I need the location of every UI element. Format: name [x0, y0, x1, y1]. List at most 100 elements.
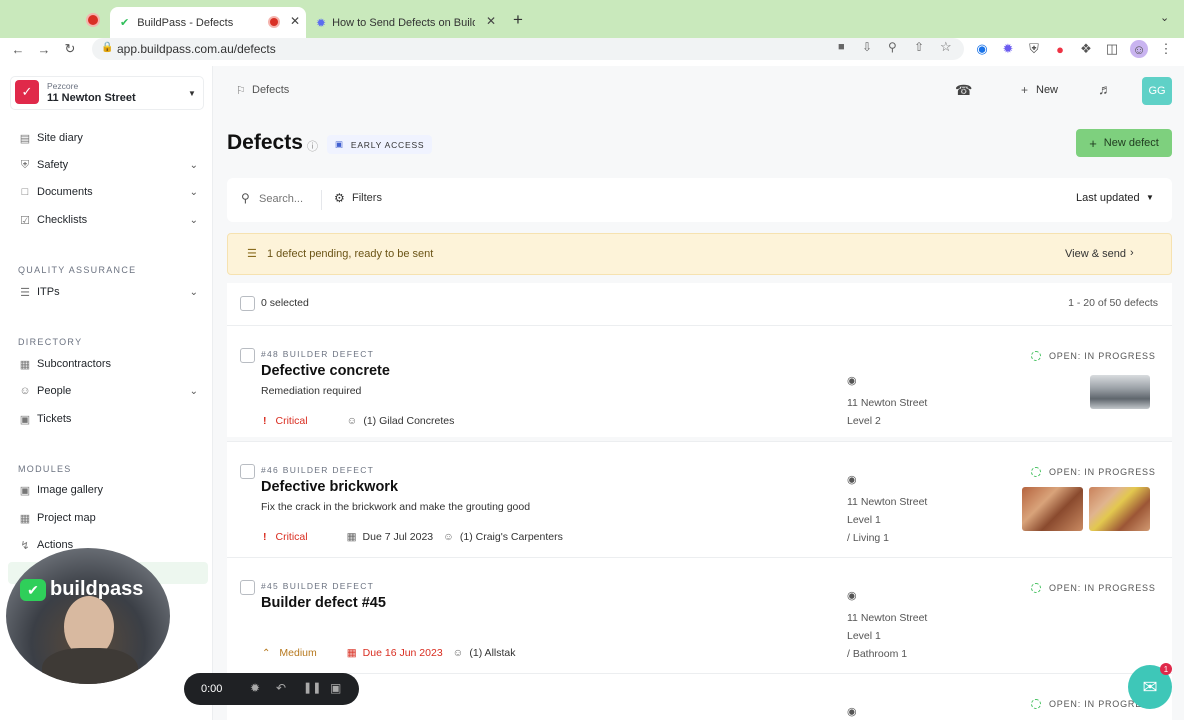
- defect-card[interactable]: #45 BUILDER DEFECT Builder defect #45 ⌃ …: [227, 557, 1172, 673]
- breadcrumb[interactable]: Defects: [252, 84, 289, 96]
- sort-dropdown[interactable]: Last updated: [1076, 192, 1140, 204]
- bookmark-star-icon[interactable]: ☆: [940, 39, 952, 55]
- sidebar-item-tickets[interactable]: ▣ Tickets: [18, 408, 198, 430]
- sidebar-item-subcontractors[interactable]: ▦ Subcontractors: [18, 353, 198, 375]
- defect-kicker: #45 BUILDER DEFECT: [261, 581, 375, 591]
- view-send-button[interactable]: View & send: [1065, 248, 1126, 260]
- back-icon[interactable]: ←: [9, 40, 27, 58]
- defect-card[interactable]: ◉ OPEN: IN PROGRESS: [227, 673, 1172, 720]
- selected-count: 0 selected: [261, 297, 309, 309]
- tab-title: BuildPass - Defects: [137, 16, 234, 29]
- puzzle-icon[interactable]: ❖: [1077, 40, 1095, 58]
- sidebar-item-label: Safety: [37, 159, 69, 171]
- info-icon[interactable]: ⓘ: [307, 138, 318, 154]
- chevron-down-icon[interactable]: ⌄: [1160, 11, 1169, 24]
- close-tab-icon[interactable]: ✕: [290, 14, 300, 28]
- assignee-label: (1) Gilad Concretes: [363, 415, 455, 427]
- plus-icon: +: [1021, 83, 1029, 97]
- avatar[interactable]: GG: [1142, 77, 1172, 105]
- sidebar-item-people[interactable]: ☺ People ⌄: [18, 380, 198, 402]
- location-line: 11 Newton Street: [847, 612, 928, 624]
- layers-icon: ☰: [247, 248, 257, 260]
- calendar-icon: ▦: [346, 531, 357, 543]
- new-button[interactable]: New: [1036, 84, 1058, 96]
- chevron-down-icon: ⌄: [189, 286, 198, 298]
- location-line: Level 1: [847, 630, 881, 642]
- select-all-checkbox[interactable]: [240, 296, 255, 311]
- sidebar-item-project-map[interactable]: ▦ Project map: [18, 507, 198, 529]
- search-input[interactable]: [259, 190, 317, 208]
- undo-icon[interactable]: ↶: [276, 681, 286, 695]
- assignee-icon: ☺: [346, 415, 358, 427]
- priority-label: Critical: [275, 531, 308, 543]
- zoom-icon[interactable]: ⚲: [888, 40, 897, 54]
- buildpass-favicon-icon: ✔: [120, 17, 130, 29]
- share-icon[interactable]: ⇧: [914, 40, 924, 54]
- row-checkbox[interactable]: [240, 580, 255, 595]
- sidebar-item-documents[interactable]: □ Documents ⌄: [18, 181, 198, 203]
- new-tab-icon[interactable]: +: [513, 10, 523, 30]
- defect-title[interactable]: Builder defect #45: [261, 595, 386, 611]
- sidebar-item-checklists[interactable]: ☑ Checklists ⌄: [18, 209, 198, 231]
- sidebar-item-safety[interactable]: ⛨ Safety ⌄: [18, 154, 198, 176]
- trash-icon[interactable]: ▣: [330, 681, 341, 695]
- defect-title[interactable]: Defective concrete: [261, 363, 390, 379]
- extension-icon[interactable]: ✹: [999, 40, 1017, 58]
- extension-icon[interactable]: ●: [1051, 40, 1069, 58]
- sidebar-item-itps[interactable]: ☰ ITPs ⌄: [18, 281, 198, 303]
- sidebar-item-image-gallery[interactable]: ▣ Image gallery: [18, 479, 198, 501]
- extension-shield-icon[interactable]: ⛨: [1025, 40, 1043, 58]
- due-date: Due 7 Jul 2023: [362, 531, 434, 543]
- defect-photo[interactable]: [1090, 375, 1150, 409]
- bell-icon[interactable]: ♬: [1098, 81, 1112, 97]
- address-bar[interactable]: 🔒 app.buildpass.com.au/defects ■ ⇩ ⚲ ⇧ ☆: [92, 38, 964, 60]
- location-line: Level 2: [847, 415, 881, 427]
- sidepanel-icon[interactable]: ◫: [1103, 40, 1121, 58]
- defect-photo[interactable]: [1089, 487, 1150, 531]
- location-pin-icon: ◉: [847, 706, 857, 718]
- org-name: Pezcore: [47, 81, 79, 91]
- forward-icon[interactable]: →: [35, 40, 53, 58]
- chevron-down-icon: ⌄: [189, 214, 198, 226]
- defect-kicker: #48 BUILDER DEFECT: [261, 349, 375, 359]
- sidebar-item-label: Image gallery: [37, 484, 104, 496]
- extension-icon[interactable]: ◉: [973, 40, 991, 58]
- priority-label: Critical: [275, 415, 308, 427]
- book-icon: ▤: [19, 132, 31, 145]
- close-tab-icon[interactable]: ✕: [486, 14, 496, 28]
- ticket-icon: ▣: [19, 413, 31, 426]
- new-defect-button[interactable]: + New defect: [1076, 129, 1172, 157]
- project-switcher[interactable]: Pezcore 11 Newton Street ▼: [10, 76, 204, 110]
- button-label: New defect: [1103, 137, 1159, 149]
- defect-card[interactable]: #48 BUILDER DEFECT Defective concrete Re…: [227, 325, 1172, 437]
- calendar-icon: ▦: [346, 647, 357, 659]
- assignee-icon: ☺: [452, 647, 464, 659]
- caret-down-icon: ▼: [1146, 193, 1154, 202]
- defect-title[interactable]: Defective brickwork: [261, 479, 398, 495]
- profile-avatar-icon[interactable]: ☺: [1130, 40, 1148, 58]
- pause-icon[interactable]: ❚❚: [303, 681, 321, 694]
- selection-bar: 0 selected 1 - 20 of 50 defects: [227, 283, 1172, 325]
- defect-photo[interactable]: [1022, 487, 1083, 531]
- sidebar-item-label: Site diary: [37, 132, 83, 144]
- status-icon: [1031, 467, 1041, 477]
- priority-icon: !: [263, 531, 267, 543]
- menu-icon[interactable]: ⋮: [1157, 40, 1175, 58]
- status-badge: OPEN: IN PROGRESS: [1031, 583, 1156, 593]
- install-icon[interactable]: ⇩: [862, 40, 872, 54]
- location-pin-icon: ◉: [847, 474, 857, 486]
- camera-icon[interactable]: ■: [838, 41, 845, 53]
- defect-card[interactable]: #46 BUILDER DEFECT Defective brickwork F…: [227, 441, 1172, 557]
- grid-icon[interactable]: ✹: [250, 681, 260, 695]
- folder-icon: □: [21, 186, 29, 198]
- reload-icon[interactable]: ↻: [61, 40, 79, 58]
- help-icon[interactable]: ☎: [955, 82, 972, 99]
- row-checkbox[interactable]: [240, 348, 255, 363]
- row-checkbox[interactable]: [240, 464, 255, 479]
- chevron-up-icon: ⌃: [262, 647, 271, 659]
- browser-tab-active[interactable]: ✔ BuildPass - Defects ✕: [110, 7, 306, 38]
- section-heading: MODULES: [18, 464, 72, 474]
- sidebar-item-site-diary[interactable]: ▤ Site diary: [18, 127, 198, 149]
- browser-tab[interactable]: ✹ How to Send Defects on BuildPass ✕: [306, 7, 506, 38]
- filters-button[interactable]: Filters: [352, 192, 382, 204]
